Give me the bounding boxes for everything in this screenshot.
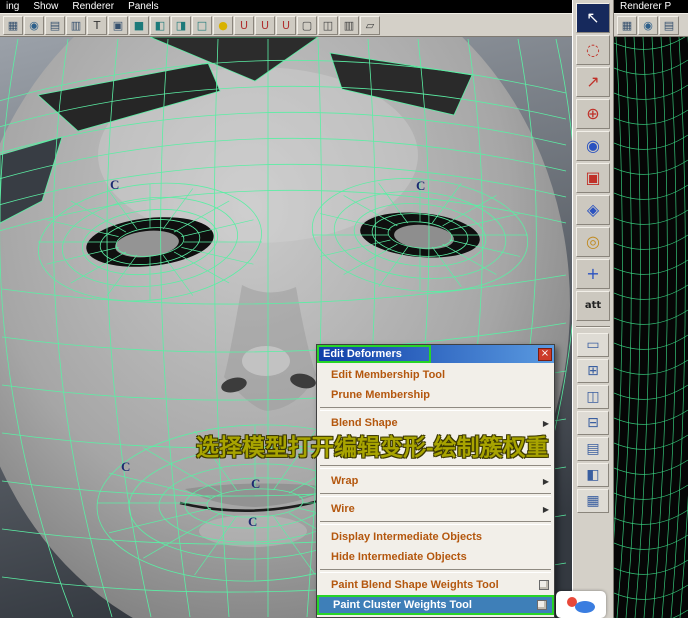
menu-item-wire[interactable]: Wire▶: [317, 499, 554, 519]
menu-item-label: Hide Intermediate Objects: [331, 551, 549, 563]
single-pane-layout-button[interactable]: ▭: [577, 333, 609, 357]
edit-deformers-titlebar[interactable]: Edit Deformers ×: [317, 345, 554, 363]
film-icon[interactable]: ▥: [339, 16, 359, 35]
text-icon[interactable]: T: [87, 16, 107, 35]
cluster-handle-label[interactable]: C: [251, 476, 260, 492]
menubar-item-renderer[interactable]: Renderer P: [620, 1, 671, 12]
two-pane-stacked-layout-button[interactable]: ⊟: [577, 411, 609, 435]
menubar-item-show[interactable]: Show: [33, 1, 58, 12]
menu-item-hide-intermediate-objects[interactable]: Hide Intermediate Objects: [317, 547, 554, 567]
watermark-logo-icon: [564, 595, 598, 615]
grid-layout-icon[interactable]: ▦: [617, 16, 637, 35]
side-viewport[interactable]: [614, 37, 688, 618]
menu-separator: [317, 567, 554, 575]
submenu-arrow-icon: ▶: [543, 419, 549, 428]
menu-item-label: Prune Membership: [331, 389, 549, 401]
menu-separator: [317, 463, 554, 471]
textured-cube-icon[interactable]: ◨: [171, 16, 191, 35]
panel-toolbar: ▦◉▤▥T▣■◧◨□●UUU▢◫▥▱: [0, 13, 572, 37]
menu-item-label: Paint Blend Shape Weights Tool: [331, 579, 535, 591]
menu-item-paint-blend-shape-weights-tool[interactable]: Paint Blend Shape Weights Tool: [317, 575, 554, 595]
menu-separator: [317, 405, 554, 413]
camera-view-icon[interactable]: ◉: [24, 16, 44, 35]
menu-list: Edit Membership ToolPrune MembershipBlen…: [317, 363, 554, 615]
menu-item-paint-cluster-weights-tool[interactable]: Paint Cluster Weights Tool: [317, 595, 554, 615]
panel-menubar: ing Show Renderer Panels: [0, 0, 572, 13]
two-pane-side-layout-button[interactable]: ◫: [577, 385, 609, 409]
menu-item-wrap[interactable]: Wrap▶: [317, 471, 554, 491]
cluster-handle-label[interactable]: C: [121, 459, 130, 475]
snap-curve-magnet-icon[interactable]: U: [255, 16, 275, 35]
outliner-persp-layout-button[interactable]: ◧: [577, 463, 609, 487]
shaded-cube-icon[interactable]: ■: [129, 16, 149, 35]
edit-deformers-menu: Edit Deformers × Edit Membership Tool Pru…: [316, 344, 555, 618]
menubar-item-panels[interactable]: Panels: [128, 1, 159, 12]
side-wireframe-model: [614, 37, 688, 618]
edit-deformers-title: Edit Deformers: [323, 348, 402, 360]
lasso-select-tool[interactable]: ◌: [576, 35, 610, 65]
snap-grid-magnet-icon[interactable]: U: [234, 16, 254, 35]
select-tool[interactable]: ↖: [576, 3, 610, 33]
option-box-icon[interactable]: [539, 580, 549, 590]
wireframe-mode-icon[interactable]: ▤: [45, 16, 65, 35]
snap-point-magnet-icon[interactable]: U: [276, 16, 296, 35]
submenu-arrow-icon: ▶: [543, 505, 549, 514]
side-panel-toolbar: ▦◉▤: [614, 13, 688, 37]
menu-item-label: Edit Membership Tool: [331, 369, 549, 381]
paint-select-tool[interactable]: ↗: [576, 67, 610, 97]
option-box-icon[interactable]: [537, 600, 547, 610]
menu-item-edit-membership-tool[interactable]: Edit Membership Tool: [317, 365, 554, 385]
menu-separator: [317, 491, 554, 499]
menu-separator: [317, 519, 554, 527]
menu-item-label: Wire: [331, 503, 543, 515]
menu-item-label: Display Intermediate Objects: [331, 531, 549, 543]
wire-cube-icon[interactable]: □: [192, 16, 212, 35]
menu-item-prune-membership[interactable]: Prune Membership: [317, 385, 554, 405]
three-pane-split-layout-button[interactable]: ▤: [577, 437, 609, 461]
rotate-tool[interactable]: ◉: [576, 131, 610, 161]
pencil-icon[interactable]: ▱: [360, 16, 380, 35]
four-pane-layout-button[interactable]: ⊞: [577, 359, 609, 383]
menubar-item-ing[interactable]: ing: [6, 1, 19, 12]
camera-icon[interactable]: ◫: [318, 16, 338, 35]
hypergraph-persp-layout-button[interactable]: ▦: [577, 489, 609, 513]
menu-item-label: Paint Cluster Weights Tool: [333, 599, 533, 611]
film-gate-icon[interactable]: ▣: [108, 16, 128, 35]
cluster-handle-label[interactable]: C: [110, 177, 119, 193]
close-icon[interactable]: ×: [538, 348, 552, 361]
annotation-text: 选择模型打开编辑变形-绘制簇权重: [196, 428, 549, 462]
side-panel-menubar: Renderer P: [614, 0, 688, 13]
menubar-item-renderer[interactable]: Renderer: [72, 1, 114, 12]
universal-manipulator-tool[interactable]: ◈: [576, 195, 610, 225]
isolate-select-icon[interactable]: ▢: [297, 16, 317, 35]
soft-mod-tool[interactable]: ◎: [576, 227, 610, 257]
toolbox-divider: [576, 326, 610, 328]
wireframe-mode-icon[interactable]: ▤: [659, 16, 679, 35]
grid-layout-icon[interactable]: ▦: [3, 16, 23, 35]
menu-item-display-intermediate-objects[interactable]: Display Intermediate Objects: [317, 527, 554, 547]
submenu-arrow-icon: ▶: [543, 477, 549, 486]
maya-window: ingShowRendererPanels ▦◉▤▥T▣■◧◨□●UUU▢◫▥▱…: [0, 0, 688, 618]
menu-item-label: Wrap: [331, 475, 543, 487]
show-manipulator-tool[interactable]: +: [576, 259, 610, 289]
move-tool[interactable]: ⊕: [576, 99, 610, 129]
watermark-logo: [556, 591, 606, 618]
grid-display-icon[interactable]: ▥: [66, 16, 86, 35]
light-bulb-icon[interactable]: ●: [213, 16, 233, 35]
last-tool-att[interactable]: att: [576, 291, 610, 321]
cluster-handle-label[interactable]: C: [416, 178, 425, 194]
toolbox: ↖◌↗⊕◉▣◈◎+att ▭⊞◫⊟▤◧▦: [572, 0, 614, 618]
cluster-handle-label[interactable]: C: [248, 514, 257, 530]
scale-tool[interactable]: ▣: [576, 163, 610, 193]
camera-view-icon[interactable]: ◉: [638, 16, 658, 35]
smooth-shade-cube-icon[interactable]: ◧: [150, 16, 170, 35]
